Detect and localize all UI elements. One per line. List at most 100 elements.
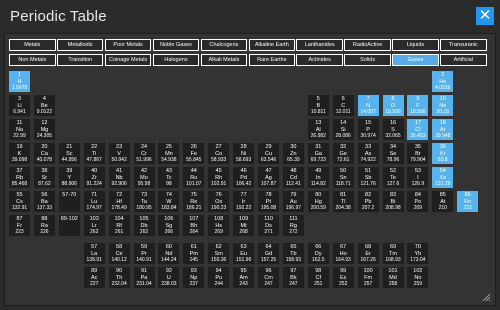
category-lanthanides-button[interactable]: Lanthanides	[296, 39, 343, 51]
element-cell-in[interactable]: 49 In 114.82	[307, 167, 329, 188]
element-cell-89-102[interactable]: 89-102	[58, 215, 80, 236]
element-cell-co[interactable]: 27 Co 58.933	[208, 143, 230, 164]
element-cell-i[interactable]: 53 I 126.9	[407, 167, 429, 188]
element-cell-57-70[interactable]: 57-70	[58, 191, 80, 212]
category-non-metals-button[interactable]: Non Metals	[9, 54, 56, 66]
element-cell-hs[interactable]: 108 Hs 269	[208, 215, 230, 236]
element-cell-h[interactable]: 1 H 1.0079	[9, 71, 30, 92]
element-cell-c[interactable]: 6 C 12.011	[332, 95, 354, 116]
element-cell-ho[interactable]: 67 Ho 164.93	[332, 243, 354, 264]
element-cell-at[interactable]: 85 At 210	[432, 191, 454, 212]
category-liquids-button[interactable]: Liquids	[392, 39, 439, 51]
element-cell-pm[interactable]: 61 Pm 145	[183, 243, 205, 264]
element-cell-li[interactable]: 3 Li 6.941	[9, 95, 30, 116]
element-cell-ni[interactable]: 28 Ni 58.693	[233, 143, 255, 164]
element-cell-cr[interactable]: 24 Cr 51.996	[133, 143, 155, 164]
element-cell-te[interactable]: 52 Te 127.6	[382, 167, 404, 188]
element-cell-pt[interactable]: 78 Pt 195.08	[258, 191, 279, 212]
element-cell-pu[interactable]: 94 Pu 244	[208, 267, 230, 288]
element-cell-k[interactable]: 19 K 39.098	[9, 143, 30, 164]
element-cell-pd[interactable]: 46 Pd 106.42	[233, 167, 255, 188]
element-cell-sm[interactable]: 62 Sm 150.36	[208, 243, 230, 264]
element-cell-s[interactable]: 16 S 32.065	[382, 119, 404, 140]
element-cell-ac[interactable]: 89 Ac 227	[83, 267, 105, 288]
category-noble-gases-button[interactable]: Noble Gases	[152, 39, 200, 51]
element-cell-am[interactable]: 95 Am 243	[233, 267, 255, 288]
element-cell-n[interactable]: 7 N 14.007	[357, 95, 379, 116]
element-cell-cl[interactable]: 17 Cl 35.453	[407, 119, 429, 140]
element-cell-pb[interactable]: 82 Pb 207.2	[357, 191, 379, 212]
element-cell-fe[interactable]: 26 Fe 55.845	[183, 143, 205, 164]
category-halogens-button[interactable]: Halogens	[152, 54, 200, 66]
element-cell-rh[interactable]: 45 Rh 102.91	[208, 167, 230, 188]
element-cell-ga[interactable]: 31 Ga 69.723	[307, 143, 329, 164]
category-artificial-button[interactable]: Artificial	[440, 54, 487, 66]
element-cell-au[interactable]: 79 Au 196.97	[282, 191, 304, 212]
element-cell-mn[interactable]: 25 Mn 54.938	[158, 143, 180, 164]
element-cell-rn[interactable]: 86 Rn 222	[457, 191, 479, 212]
element-cell-po[interactable]: 84 Po 209	[407, 191, 429, 212]
element-cell-rg[interactable]: 111 Rg 272	[282, 215, 304, 236]
element-cell-nb[interactable]: 41 Nb 92.906	[108, 167, 130, 188]
element-cell-bk[interactable]: 97 Bk 247	[282, 267, 304, 288]
element-cell-hf[interactable]: 72 Hf 178.49	[108, 191, 130, 212]
element-cell-tm[interactable]: 69 Tm 168.93	[382, 243, 404, 264]
element-cell-hg[interactable]: 80 Hg 200.59	[307, 191, 329, 212]
category-alkaline-earth-button[interactable]: Alkaline Earth	[248, 39, 296, 51]
resize-grip-icon[interactable]	[481, 292, 491, 302]
element-cell-sc[interactable]: 21 Sc 44.956	[58, 143, 80, 164]
category-transition-button[interactable]: Transition	[56, 54, 104, 66]
element-cell-si[interactable]: 14 Si 28.086	[332, 119, 354, 140]
element-cell-db[interactable]: 105 Db 262	[133, 215, 155, 236]
element-cell-he[interactable]: 2 He 4.0026	[432, 71, 454, 92]
category-radioactive-button[interactable]: RadioActive	[344, 39, 391, 51]
element-cell-y[interactable]: 39 Y 88.906	[58, 167, 80, 188]
element-cell-se[interactable]: 34 Se 78.96	[382, 143, 404, 164]
element-cell-ds[interactable]: 110 Ds 271	[258, 215, 279, 236]
element-cell-v[interactable]: 23 V 50.942	[108, 143, 130, 164]
element-cell-w[interactable]: 74 W 183.84	[158, 191, 180, 212]
element-cell-rf[interactable]: 104 Rf 261	[108, 215, 130, 236]
element-cell-bi[interactable]: 83 Bi 208.98	[382, 191, 404, 212]
category-poor-metals-button[interactable]: Poor Metals	[104, 39, 152, 51]
element-cell-p[interactable]: 15 P 30.974	[357, 119, 379, 140]
element-cell-ne[interactable]: 10 Ne 20.18	[432, 95, 454, 116]
element-cell-ar[interactable]: 18 Ar 39.948	[432, 119, 454, 140]
category-metals-button[interactable]: Metals	[9, 39, 56, 51]
element-cell-er[interactable]: 68 Er 167.26	[357, 243, 379, 264]
element-cell-cu[interactable]: 29 Cu 63.546	[258, 143, 279, 164]
element-cell-fm[interactable]: 100 Fm 257	[357, 267, 379, 288]
element-cell-yb[interactable]: 70 Yb 173.04	[407, 243, 429, 264]
element-cell-th[interactable]: 90 Th 232.04	[108, 267, 130, 288]
category-rare-earths-button[interactable]: Rare Earths	[248, 54, 296, 66]
category-metalloids-button[interactable]: Metalloids	[56, 39, 104, 51]
element-cell-o[interactable]: 8 O 15.999	[382, 95, 404, 116]
element-cell-nd[interactable]: 60 Nd 144.24	[158, 243, 180, 264]
element-cell-gd[interactable]: 64 Gd 157.25	[258, 243, 279, 264]
element-cell-lu[interactable]: 71 Lu 174.97	[83, 191, 105, 212]
category-chalcogens-button[interactable]: Chalcogens	[200, 39, 248, 51]
element-cell-xe[interactable]: 54 Xe 131.29	[432, 167, 454, 188]
element-cell-ca[interactable]: 20 Ca 40.078	[33, 143, 55, 164]
element-cell-kr[interactable]: 36 Kr 83.8	[432, 143, 454, 164]
element-cell-lr[interactable]: 103 Lr 262	[83, 215, 105, 236]
element-cell-re[interactable]: 75 Re 186.21	[183, 191, 205, 212]
element-cell-ra[interactable]: 88 Ra 226	[33, 215, 55, 236]
element-cell-zn[interactable]: 30 Zn 65.39	[282, 143, 304, 164]
element-cell-ge[interactable]: 32 Ge 72.61	[332, 143, 354, 164]
element-cell-cd[interactable]: 48 Cd 112.41	[282, 167, 304, 188]
element-cell-os[interactable]: 76 Os 190.23	[208, 191, 230, 212]
element-cell-es[interactable]: 99 Es 252	[332, 267, 354, 288]
element-cell-tl[interactable]: 81 Tl 204.38	[332, 191, 354, 212]
element-cell-ir[interactable]: 77 Ir 192.22	[233, 191, 255, 212]
element-cell-fr[interactable]: 87 Fr 223	[9, 215, 30, 236]
element-cell-br[interactable]: 35 Br 79.904	[407, 143, 429, 164]
element-cell-ti[interactable]: 22 Ti 47.867	[83, 143, 105, 164]
element-cell-sr[interactable]: 38 Sr 87.62	[33, 167, 55, 188]
element-cell-zr[interactable]: 40 Zr 91.224	[83, 167, 105, 188]
element-cell-u[interactable]: 92 U 238.03	[158, 267, 180, 288]
category-actinides-button[interactable]: Actinides	[296, 54, 343, 66]
element-cell-ta[interactable]: 73 Ta 180.95	[133, 191, 155, 212]
category-gases-button[interactable]: Gases	[392, 54, 439, 66]
element-cell-bh[interactable]: 107 Bh 264	[183, 215, 205, 236]
